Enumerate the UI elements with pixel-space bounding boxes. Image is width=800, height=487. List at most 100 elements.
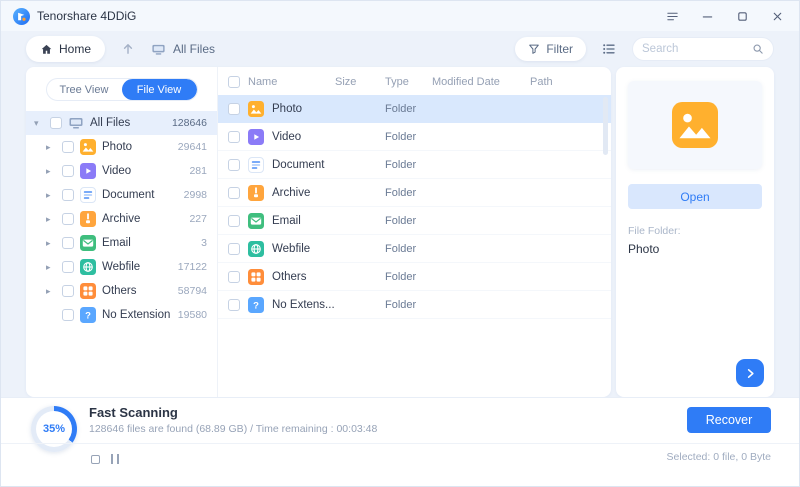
expand-caret-icon[interactable] (46, 239, 56, 248)
expand-caret-icon[interactable] (46, 191, 56, 200)
document-icon (248, 156, 264, 173)
svg-text:?: ? (253, 300, 259, 311)
table-row[interactable]: Archive Folder (218, 179, 611, 207)
maximize-button[interactable] (728, 5, 756, 27)
sidebar-item-document[interactable]: Document 2998 (26, 183, 217, 207)
menu-button[interactable] (658, 5, 686, 27)
close-icon (773, 12, 781, 20)
row-checkbox[interactable] (228, 242, 240, 255)
row-checkbox[interactable] (228, 102, 240, 115)
sidebar-item-count: 128646 (171, 117, 207, 129)
pause-scan-button[interactable] (107, 451, 123, 467)
minimize-button[interactable] (693, 5, 721, 27)
table-row[interactable]: Document Folder (218, 151, 611, 179)
sidebar-item-count: 29641 (177, 141, 207, 153)
table-row[interactable]: ? No Extens... Folder (218, 291, 611, 319)
breadcrumb[interactable]: All Files (151, 42, 215, 57)
search-icon[interactable] (752, 43, 764, 55)
row-checkbox[interactable] (228, 270, 240, 283)
filter-icon (529, 44, 540, 54)
list-view-icon (603, 44, 615, 54)
sidebar-item-photo[interactable]: Photo 29641 (26, 135, 217, 159)
sidebar-item-count: 19580 (177, 309, 207, 321)
checkbox[interactable] (62, 165, 74, 177)
expand-caret-icon[interactable] (46, 263, 56, 272)
table-scrollbar[interactable] (603, 97, 608, 155)
row-type: Folder (385, 158, 417, 171)
photo-icon (248, 100, 264, 117)
checkbox[interactable] (62, 237, 74, 249)
up-button[interactable] (116, 37, 140, 61)
row-checkbox[interactable] (228, 214, 240, 227)
sidebar-item-archive[interactable]: Archive 227 (26, 207, 217, 231)
tab-tree-view[interactable]: Tree View (47, 79, 122, 100)
archive-icon (248, 184, 264, 201)
checkbox[interactable] (62, 141, 74, 153)
checkbox[interactable] (62, 189, 74, 201)
expand-caret-icon[interactable] (46, 167, 56, 176)
sidebar-item-count: 17122 (177, 261, 207, 273)
collapse-caret-icon[interactable] (34, 119, 44, 128)
filter-button[interactable]: Filter (515, 37, 586, 61)
browser-panel: Tree View File View All Files 128646 Pho… (26, 67, 611, 397)
row-checkbox[interactable] (228, 186, 240, 199)
sidebar-item-webfile[interactable]: Webfile 17122 (26, 255, 217, 279)
sidebar-item-no-extension[interactable]: ? No Extension 19580 (26, 303, 217, 327)
breadcrumb-label: All Files (173, 42, 216, 56)
pause-icon (111, 454, 119, 464)
row-type: Folder (385, 242, 417, 255)
recover-button[interactable]: Recover (687, 407, 771, 433)
select-all-checkbox[interactable] (228, 76, 240, 88)
open-button[interactable]: Open (628, 184, 762, 209)
checkbox[interactable] (62, 309, 74, 321)
others-icon (248, 268, 264, 285)
row-name: Document (272, 158, 325, 171)
app-logo-icon (13, 7, 30, 25)
row-name: Photo (272, 102, 303, 115)
row-checkbox[interactable] (228, 130, 240, 143)
sidebar-item-email[interactable]: Email 3 (26, 231, 217, 255)
expand-caret-icon[interactable] (46, 287, 56, 296)
list-view-button[interactable] (597, 37, 621, 61)
home-button[interactable]: Home (26, 36, 106, 62)
sidebar-item-count: 3 (201, 237, 207, 249)
close-button[interactable] (763, 5, 791, 27)
email-icon (248, 212, 264, 229)
table-row[interactable]: Others Folder (218, 263, 611, 291)
row-checkbox[interactable] (228, 158, 240, 171)
view-toggle: Tree View File View (45, 78, 198, 101)
chevron-right-icon (747, 368, 754, 378)
archive-icon (80, 211, 96, 227)
sidebar-item-count: 227 (189, 213, 207, 225)
row-name: Email (272, 214, 301, 227)
sidebar-item-all-files[interactable]: All Files 128646 (26, 111, 217, 135)
tab-file-view[interactable]: File View (121, 79, 197, 100)
column-modified-date: Modified Date (432, 76, 500, 88)
scan-status-detail: 128646 files are found (68.89 GB) / Time… (89, 423, 378, 435)
filter-label: Filter (546, 42, 573, 56)
expand-caret-icon[interactable] (46, 215, 56, 224)
sidebar-item-label: No Extension (102, 309, 171, 321)
search-input[interactable] (642, 43, 746, 55)
table-row[interactable]: Email Folder (218, 207, 611, 235)
sidebar-item-others[interactable]: Others 58794 (26, 279, 217, 303)
svg-text:?: ? (85, 311, 91, 322)
sidebar-item-video[interactable]: Video 281 (26, 159, 217, 183)
all-files-checkbox[interactable] (50, 117, 62, 129)
table-row[interactable]: Photo Folder (218, 95, 611, 123)
maximize-icon (737, 11, 747, 21)
photo-icon (80, 139, 96, 155)
table-row[interactable]: Webfile Folder (218, 235, 611, 263)
checkbox[interactable] (62, 213, 74, 225)
table-row[interactable]: Video Folder (218, 123, 611, 151)
row-checkbox[interactable] (228, 298, 240, 311)
row-type: Folder (385, 298, 417, 311)
titlebar: Tenorshare 4DDiG (1, 1, 799, 31)
expand-caret-icon[interactable] (46, 143, 56, 152)
stop-scan-button[interactable] (87, 451, 103, 467)
next-page-button[interactable] (736, 359, 764, 387)
home-label: Home (59, 42, 92, 56)
row-name: No Extens... (272, 298, 335, 311)
checkbox[interactable] (62, 285, 74, 297)
checkbox[interactable] (62, 261, 74, 273)
